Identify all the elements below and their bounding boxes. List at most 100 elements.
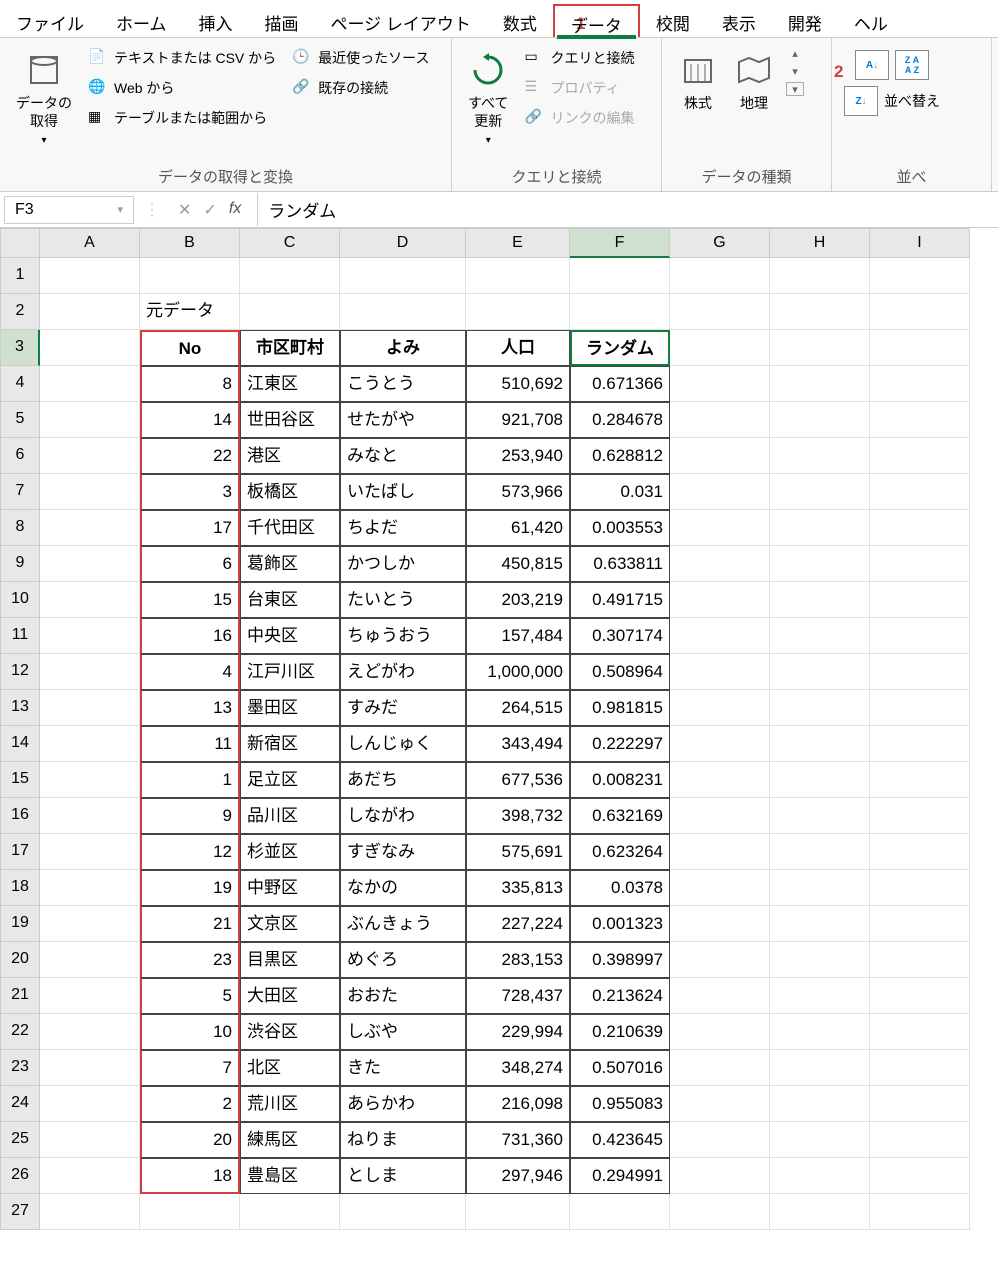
cell[interactable]: せたがや xyxy=(340,402,466,438)
cell[interactable]: 575,691 xyxy=(466,834,570,870)
row-header[interactable]: 20 xyxy=(0,942,40,978)
cell[interactable]: かつしか xyxy=(340,546,466,582)
recent-sources-button[interactable]: 🕒最近使ったソース xyxy=(288,46,433,70)
row-header[interactable]: 23 xyxy=(0,1050,40,1086)
cell[interactable] xyxy=(40,546,140,582)
row-header[interactable]: 6 xyxy=(0,438,40,474)
cell[interactable] xyxy=(870,942,970,978)
row-header[interactable]: 3 xyxy=(0,330,40,366)
cell[interactable]: 0.623264 xyxy=(570,834,670,870)
cell[interactable]: 227,224 xyxy=(466,906,570,942)
cell[interactable] xyxy=(40,1158,140,1194)
cell[interactable]: 0.213624 xyxy=(570,978,670,1014)
cell[interactable]: 港区 xyxy=(240,438,340,474)
cell[interactable]: 264,515 xyxy=(466,690,570,726)
cell[interactable]: 渋谷区 xyxy=(240,1014,340,1050)
cell[interactable] xyxy=(670,762,770,798)
cell[interactable] xyxy=(670,582,770,618)
row-header[interactable]: 4 xyxy=(0,366,40,402)
column-header[interactable]: F xyxy=(570,228,670,258)
cell[interactable]: 0.507016 xyxy=(570,1050,670,1086)
cell[interactable]: 0.284678 xyxy=(570,402,670,438)
cell[interactable] xyxy=(870,366,970,402)
cell[interactable]: しぶや xyxy=(340,1014,466,1050)
cell[interactable]: こうとう xyxy=(340,366,466,402)
cell[interactable] xyxy=(770,942,870,978)
cell[interactable]: 0.031 xyxy=(570,474,670,510)
cell[interactable] xyxy=(670,726,770,762)
sort-ascending-button[interactable]: A↓ xyxy=(855,50,889,80)
cell[interactable] xyxy=(870,1086,970,1122)
menu-item-0[interactable]: ファイル xyxy=(0,4,100,37)
cell[interactable] xyxy=(770,762,870,798)
enter-icon[interactable]: ✓ xyxy=(203,200,216,220)
cell[interactable] xyxy=(240,258,340,294)
cell[interactable]: ちよだ xyxy=(340,510,466,546)
cell[interactable] xyxy=(870,762,970,798)
cell[interactable] xyxy=(670,510,770,546)
cell[interactable]: 0.294991 xyxy=(570,1158,670,1194)
cell[interactable]: 世田谷区 xyxy=(240,402,340,438)
cell[interactable]: 11 xyxy=(140,726,240,762)
cell[interactable] xyxy=(40,330,140,366)
geography-datatype-button[interactable]: 地理 xyxy=(730,46,778,116)
row-header[interactable]: 24 xyxy=(0,1086,40,1122)
cell[interactable]: しながわ xyxy=(340,798,466,834)
select-all-corner[interactable] xyxy=(0,228,40,258)
cancel-icon[interactable]: ✕ xyxy=(178,200,191,220)
cell[interactable] xyxy=(670,834,770,870)
cell[interactable]: としま xyxy=(340,1158,466,1194)
cell[interactable] xyxy=(140,1194,240,1230)
cell[interactable] xyxy=(670,1158,770,1194)
column-header[interactable]: C xyxy=(240,228,340,258)
row-header[interactable]: 17 xyxy=(0,834,40,870)
cell[interactable]: 0.633811 xyxy=(570,546,670,582)
cell[interactable]: 10 xyxy=(140,1014,240,1050)
cell[interactable] xyxy=(770,618,870,654)
cell[interactable] xyxy=(870,582,970,618)
cell[interactable] xyxy=(40,870,140,906)
cell[interactable] xyxy=(770,654,870,690)
cell[interactable]: 450,815 xyxy=(466,546,570,582)
fx-icon[interactable]: fx xyxy=(229,200,241,220)
cell[interactable]: 7 xyxy=(140,1050,240,1086)
sort-button[interactable]: 並べ替え xyxy=(884,92,940,110)
menu-item-6[interactable]: データ xyxy=(553,4,640,37)
cell[interactable] xyxy=(340,1194,466,1230)
cell[interactable]: 22 xyxy=(140,438,240,474)
cell[interactable]: 0.210639 xyxy=(570,1014,670,1050)
cell[interactable] xyxy=(870,510,970,546)
cell[interactable] xyxy=(40,366,140,402)
cell[interactable]: 江東区 xyxy=(240,366,340,402)
cell[interactable]: 21 xyxy=(140,906,240,942)
menu-item-1[interactable]: ホーム xyxy=(100,4,183,37)
cell[interactable] xyxy=(870,726,970,762)
row-header[interactable]: 8 xyxy=(0,510,40,546)
cell[interactable] xyxy=(670,330,770,366)
cell[interactable]: 8 xyxy=(140,366,240,402)
cell[interactable] xyxy=(40,1122,140,1158)
cell[interactable]: 0.981815 xyxy=(570,690,670,726)
cell[interactable]: 4 xyxy=(140,654,240,690)
cell[interactable] xyxy=(770,1122,870,1158)
cell[interactable]: 5 xyxy=(140,978,240,1014)
cell[interactable]: しんじゅく xyxy=(340,726,466,762)
cell[interactable] xyxy=(770,546,870,582)
cell[interactable] xyxy=(770,978,870,1014)
cell[interactable] xyxy=(40,978,140,1014)
cell[interactable]: 0.632169 xyxy=(570,798,670,834)
cell[interactable]: ぶんきょう xyxy=(340,906,466,942)
cell[interactable]: 葛飾区 xyxy=(240,546,340,582)
from-web-button[interactable]: 🌐Web から xyxy=(84,76,280,100)
row-header[interactable]: 2 xyxy=(0,294,40,330)
cell[interactable] xyxy=(670,870,770,906)
cell[interactable] xyxy=(670,1122,770,1158)
cell[interactable] xyxy=(40,690,140,726)
cell[interactable]: えどがわ xyxy=(340,654,466,690)
cell[interactable] xyxy=(466,294,570,330)
cell[interactable] xyxy=(40,402,140,438)
cell[interactable]: 0.222297 xyxy=(570,726,670,762)
cell[interactable] xyxy=(870,294,970,330)
cell[interactable] xyxy=(770,870,870,906)
cell[interactable] xyxy=(870,1014,970,1050)
